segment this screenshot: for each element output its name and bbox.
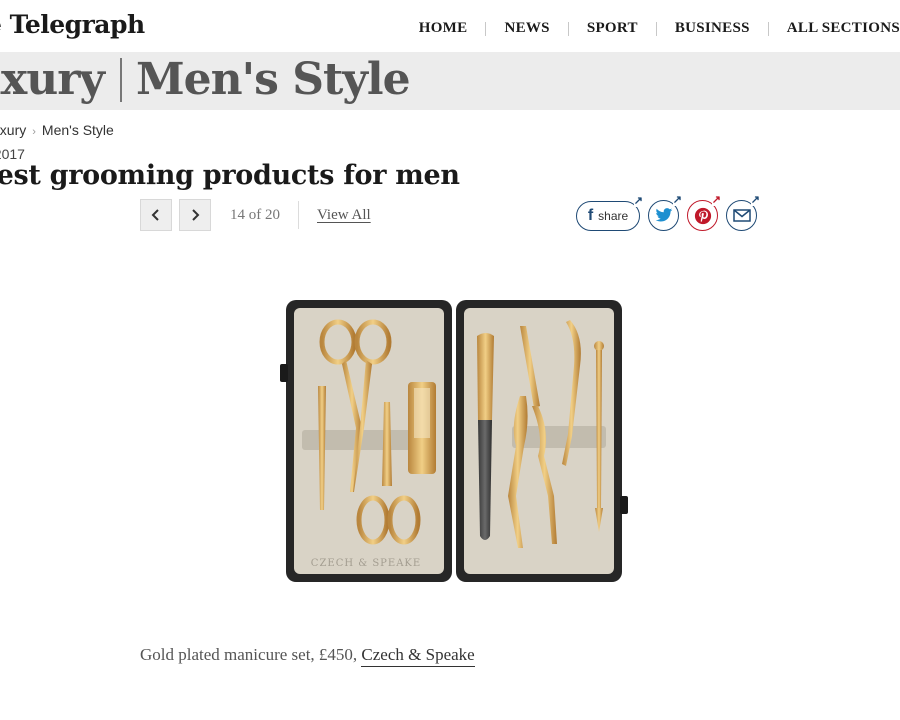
section-primary-link[interactable]: uxury — [0, 54, 105, 105]
image-caption: Gold plated manicure set, £450, Czech & … — [140, 645, 475, 667]
nav-news[interactable]: NEWS — [504, 20, 549, 37]
pinterest-icon — [694, 207, 711, 224]
facebook-share-button[interactable]: f share ↗ — [576, 195, 643, 231]
chevron-right-icon: › — [32, 126, 36, 138]
chevron-left-icon — [151, 209, 159, 221]
next-slide-button[interactable] — [179, 199, 211, 231]
slide-counter: 14 of 20 — [230, 206, 280, 223]
chevron-right-icon — [192, 209, 200, 221]
article-headline: best grooming products for men — [0, 160, 460, 191]
email-share-button[interactable]: ↗ — [726, 195, 760, 231]
section-title: uxury Men's Style — [0, 54, 411, 105]
share-buttons: f share ↗ ↗ ↗ ↗ — [576, 195, 765, 231]
site-logo[interactable]: e Telegraph — [0, 10, 145, 39]
external-link-icon: ↗ — [633, 194, 643, 207]
nav-divider — [567, 21, 569, 36]
breadcrumb-item-mens-style[interactable]: Men's Style — [42, 122, 114, 138]
facebook-share-label: share — [598, 208, 629, 223]
section-secondary-link[interactable]: Men's Style — [136, 54, 411, 105]
case-brand-imprint: CZECH & SPEAKE — [311, 558, 421, 569]
caption-text: Gold plated manicure set, £450, — [140, 645, 362, 664]
main-nav: HOME NEWS SPORT BUSINESS ALL SECTIONS — [419, 20, 900, 37]
gallery-navigation: 14 of 20 View All — [140, 199, 371, 231]
section-banner: uxury Men's Style — [0, 52, 900, 110]
caption-retailer-link[interactable]: Czech & Speake — [361, 645, 475, 667]
gallery-image[interactable]: CZECH & SPEAKE — [280, 296, 632, 593]
breadcrumb: uxury › Men's Style — [0, 122, 114, 138]
breadcrumb-item-luxury[interactable]: uxury — [0, 122, 26, 138]
nav-home[interactable]: HOME — [419, 20, 468, 37]
facebook-icon: f — [587, 206, 594, 224]
nav-all-sections[interactable]: ALL SECTIONS — [787, 20, 900, 37]
nav-divider — [767, 21, 769, 36]
previous-slide-button[interactable] — [140, 199, 172, 231]
site-header: e Telegraph HOME NEWS SPORT BUSINESS ALL… — [0, 0, 900, 52]
external-link-icon: ↗ — [711, 194, 721, 206]
pinterest-share-button[interactable]: ↗ — [687, 195, 721, 231]
nav-business[interactable]: BUSINESS — [675, 20, 750, 37]
nav-sport[interactable]: SPORT — [587, 20, 638, 37]
view-all-link[interactable]: View All — [317, 207, 371, 224]
twitter-icon — [655, 208, 672, 222]
twitter-share-button[interactable]: ↗ — [648, 195, 682, 231]
manicure-set-image: CZECH & SPEAKE — [280, 300, 628, 582]
envelope-icon — [732, 209, 751, 222]
nav-divider — [655, 21, 657, 36]
section-divider — [119, 57, 122, 102]
nav-divider — [485, 21, 487, 36]
gallery-nav-divider — [298, 201, 299, 229]
external-link-icon: ↗ — [672, 194, 682, 206]
external-link-icon: ↗ — [750, 194, 760, 206]
